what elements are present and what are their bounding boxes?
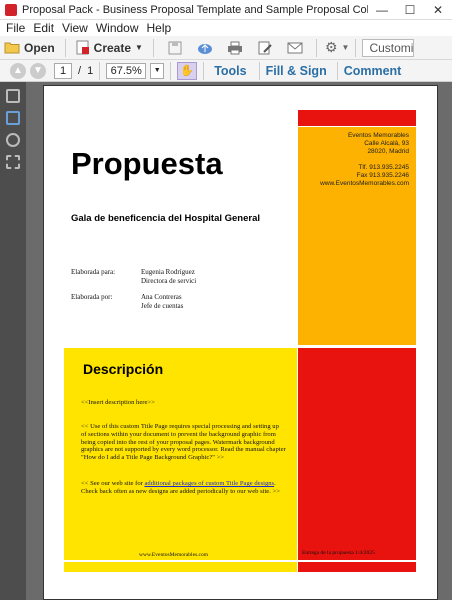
yellow-footer-bar: [64, 562, 297, 572]
document-subtitle: Gala de beneficencia del Hospital Genera…: [71, 213, 261, 224]
toolbar-divider: [99, 61, 101, 80]
company-phone: Tlf. 913.935.2245: [358, 164, 409, 171]
prepared-for-name: Eugenia Rodríguez: [141, 268, 195, 276]
document-title: Propuesta: [71, 146, 223, 181]
create-button[interactable]: Create ▼: [72, 38, 147, 58]
toolbar-divider: [336, 61, 338, 80]
toolbar-divider: [64, 38, 66, 57]
description-paragraph-1: << Use of this custom Title Page require…: [81, 423, 286, 462]
create-label: Create: [93, 40, 132, 55]
bookmark-icon[interactable]: [6, 111, 20, 125]
footer-date: Entrega de la propuesta 1/4/2025: [302, 550, 375, 556]
toolbar-divider: [203, 61, 205, 80]
page-total: 1: [87, 64, 94, 77]
attachment-icon[interactable]: [6, 133, 20, 147]
prepared-by-role: Jefe de cuentas: [141, 302, 184, 310]
cloud-upload-icon[interactable]: [197, 41, 213, 55]
title-bar: Proposal Pack - Business Proposal Templa…: [0, 0, 452, 20]
menu-bar: File Edit View Window Help: [0, 20, 452, 36]
folder-icon: [4, 42, 20, 54]
signature-icon[interactable]: [6, 155, 20, 169]
page-number-input[interactable]: 1: [54, 62, 72, 79]
menu-edit[interactable]: Edit: [33, 21, 54, 35]
close-button[interactable]: ✕: [424, 3, 452, 17]
menu-window[interactable]: Window: [96, 21, 139, 35]
company-city: 28020, Madrid: [367, 148, 409, 155]
toolbar-divider: [315, 38, 317, 57]
zoom-input[interactable]: 67.5%: [106, 62, 147, 79]
prepared-for-label: Elaborada para:: [71, 268, 116, 276]
navigation-toolbar: ▲ ▼ 1 / 1 67.5% ▼ ✋ Tools Fill & Sign Co…: [0, 60, 452, 82]
description-paragraph-2: << See our web site for additional packa…: [81, 480, 286, 496]
red-side-block: [298, 348, 416, 560]
maximize-button[interactable]: ☐: [396, 3, 424, 17]
pdf-page: Eventos Memorables Calle Alcalá, 93 2802…: [43, 85, 438, 600]
print-icon[interactable]: [227, 41, 243, 55]
company-address: Eventos Memorables Calle Alcalá, 93 2802…: [298, 127, 416, 188]
open-button[interactable]: Open: [0, 38, 59, 58]
prepared-by-name: Ana Contreras: [141, 293, 182, 301]
gear-icon[interactable]: ⚙: [325, 39, 338, 56]
page-up-icon[interactable]: ▲: [10, 62, 26, 79]
company-info-block: Eventos Memorables Calle Alcalá, 93 2802…: [298, 127, 416, 345]
open-label: Open: [24, 40, 55, 55]
page-down-icon[interactable]: ▼: [30, 62, 46, 79]
prepared-by-label: Elaborada por:: [71, 293, 113, 301]
company-website: www.EventosMemorables.com: [320, 180, 409, 187]
save-icon[interactable]: [167, 41, 183, 55]
red-footer-bar: [298, 562, 416, 572]
company-fax: Fax 913.935.2246: [356, 172, 409, 179]
toolbar-divider: [258, 61, 260, 80]
chevron-down-icon: ▼: [135, 43, 143, 52]
email-icon[interactable]: [287, 41, 303, 55]
hand-tool-icon[interactable]: ✋: [177, 61, 198, 80]
page-separator: /: [78, 64, 82, 77]
toolbar-divider: [152, 38, 154, 57]
paragraph-2-text: << See our web site for: [81, 480, 145, 487]
page-thumbnails-icon[interactable]: [6, 89, 20, 103]
window-title: Proposal Pack - Business Proposal Templa…: [22, 3, 368, 16]
create-pdf-icon: [76, 40, 89, 55]
acrobat-icon: [5, 3, 17, 16]
zoom-dropdown-icon[interactable]: ▼: [150, 62, 165, 79]
company-name: Eventos Memorables: [347, 132, 409, 139]
edit-document-icon[interactable]: [257, 41, 273, 55]
title-page-designs-link[interactable]: additional packages of custom Title Page…: [144, 480, 274, 487]
toolbar-divider: [355, 38, 357, 57]
tools-tab[interactable]: Tools: [214, 64, 246, 78]
prepared-for-role: Directora de servici: [141, 277, 197, 285]
footer-url: www.EventosMemorables.com: [139, 552, 208, 558]
comment-tab[interactable]: Comment: [344, 64, 402, 78]
menu-file[interactable]: File: [6, 21, 25, 35]
company-street: Calle Alcalá, 93: [364, 140, 409, 147]
section-title: Descripción: [83, 361, 164, 377]
minimize-button[interactable]: —: [368, 3, 396, 17]
insert-description: <<Insert description here>>: [81, 399, 155, 406]
fill-sign-tab[interactable]: Fill & Sign: [266, 64, 327, 78]
chevron-down-icon[interactable]: ▼: [342, 43, 350, 52]
navigation-pane: [0, 82, 26, 600]
main-toolbar: Open Create ▼ ⚙ ▼ Customi: [0, 36, 452, 60]
red-header-block: [298, 110, 416, 126]
menu-help[interactable]: Help: [147, 21, 172, 35]
menu-view[interactable]: View: [62, 21, 88, 35]
toolbar-divider: [170, 61, 172, 80]
customize-button[interactable]: Customi: [362, 38, 415, 57]
